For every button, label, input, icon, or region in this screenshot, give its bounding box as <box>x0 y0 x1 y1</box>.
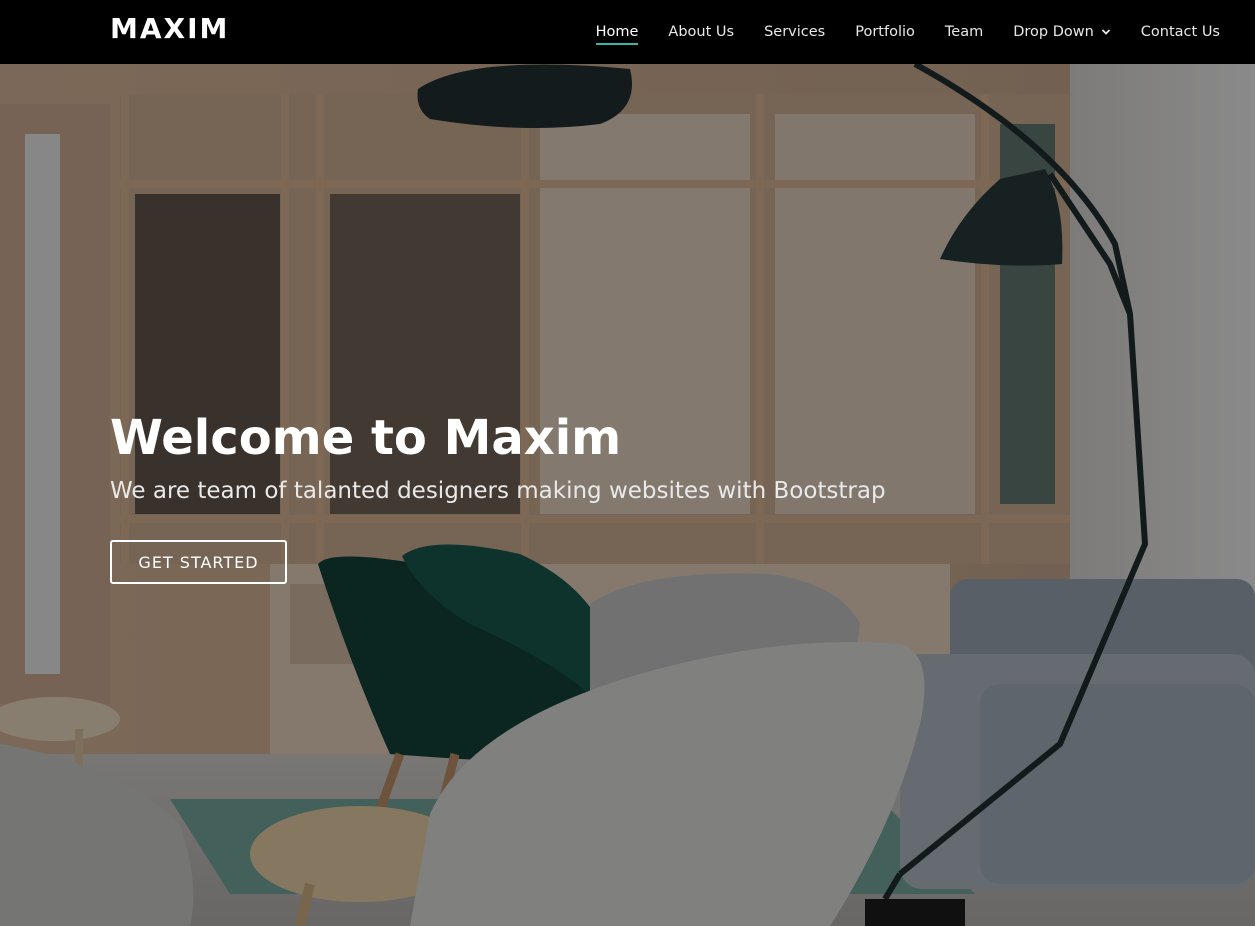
nav-label: Portfolio <box>855 24 915 40</box>
nav-item-about[interactable]: About Us <box>668 0 734 64</box>
site-header: MAXIM Home About Us Services Portfolio T… <box>0 0 1255 64</box>
nav-item-dropdown[interactable]: Drop Down <box>1013 0 1111 64</box>
nav-item-home[interactable]: Home <box>595 0 639 64</box>
hero-subtitle: We are team of talanted designers making… <box>110 478 886 504</box>
nav-item-portfolio[interactable]: Portfolio <box>855 0 915 64</box>
get-started-button[interactable]: GET STARTED <box>110 540 287 584</box>
chevron-down-icon <box>1101 27 1111 37</box>
nav-label: Team <box>944 24 984 40</box>
site-logo[interactable]: MAXIM <box>110 12 229 45</box>
hero-section: Welcome to Maxim We are team of talanted… <box>0 64 1255 926</box>
nav-label: Home <box>595 24 639 40</box>
nav-label: About Us <box>668 24 735 40</box>
nav-label: Services <box>764 24 826 40</box>
nav-item-contact[interactable]: Contact Us <box>1141 0 1220 64</box>
nav-label: Contact Us <box>1140 24 1220 40</box>
main-nav: Home About Us Services Portfolio Team Dr… <box>566 0 1220 64</box>
nav-label: Drop Down <box>1013 24 1094 40</box>
nav-item-services[interactable]: Services <box>764 0 825 64</box>
hero-title: Welcome to Maxim <box>110 410 622 466</box>
nav-item-team[interactable]: Team <box>945 0 983 64</box>
